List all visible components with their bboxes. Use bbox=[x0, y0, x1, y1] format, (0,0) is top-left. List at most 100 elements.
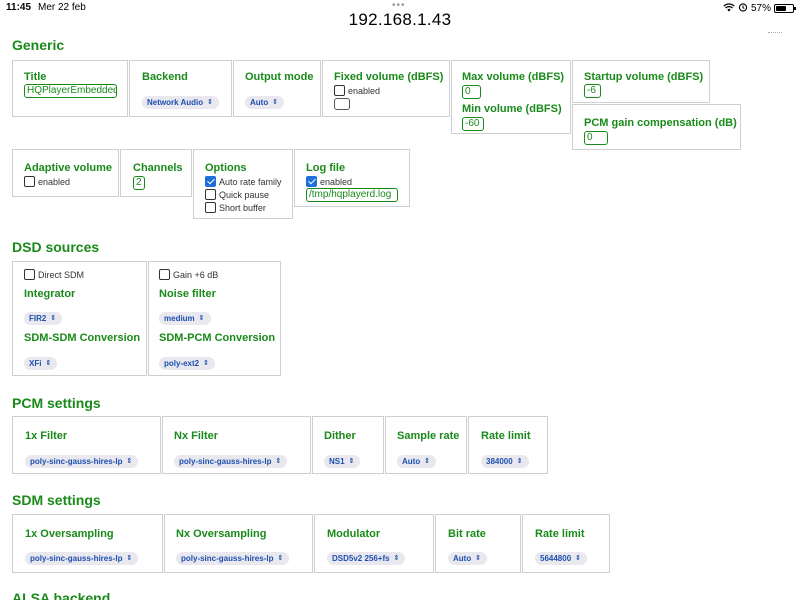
log-file-enabled-checkbox[interactable]: enabled bbox=[306, 176, 352, 187]
sdm-1x-oversampling-select[interactable]: poly-sinc-gauss-hires-lp ⇕ bbox=[25, 552, 139, 565]
adaptive-volume-enabled-checkbox[interactable]: enabled bbox=[24, 176, 70, 187]
short-buffer-checkbox[interactable]: Short buffer bbox=[205, 202, 266, 213]
sdm-nx-oversampling-box: Nx Oversampling poly-sinc-gauss-hires-lp… bbox=[164, 514, 313, 573]
pcm-rate-limit-select[interactable]: 384000 ⇕ bbox=[481, 455, 529, 468]
battery-icon bbox=[774, 4, 796, 13]
pcm-1x-filter-select-value: poly-sinc-gauss-hires-lp bbox=[30, 457, 123, 466]
checkbox-icon bbox=[24, 176, 35, 187]
min-volume-label: Min volume (dBFS) bbox=[462, 103, 562, 115]
min-volume-input[interactable]: -60 bbox=[462, 117, 484, 131]
sdm-sdm-conversion-label: SDM-SDM Conversion bbox=[24, 332, 141, 344]
bit-rate-box: Bit rate Auto ⇕ bbox=[435, 514, 521, 573]
sdm-nx-oversampling-select[interactable]: poly-sinc-gauss-hires-lp ⇕ bbox=[176, 552, 290, 565]
auto-rate-family-label: Auto rate family bbox=[219, 176, 282, 187]
modulator-select[interactable]: DSD5v2 256+fs ⇕ bbox=[327, 552, 406, 565]
section-title-generic: Generic bbox=[12, 37, 65, 53]
title-input[interactable]: HQPlayerEmbedded bbox=[24, 84, 117, 98]
startup-volume-input[interactable]: -6 bbox=[584, 84, 601, 98]
noise-filter-label: Noise filter bbox=[159, 288, 216, 300]
channels-label: Channels bbox=[133, 162, 183, 174]
chevron-updown-icon: ⇕ bbox=[516, 458, 523, 465]
pcm-nx-filter-label: Nx Filter bbox=[174, 430, 219, 442]
sample-rate-label: Sample rate bbox=[397, 430, 460, 442]
chevron-updown-icon: ⇕ bbox=[424, 458, 431, 465]
sample-rate-box: Sample rate Auto ⇕ bbox=[385, 416, 467, 474]
section-title-alsa-backend: ALSA backend bbox=[12, 590, 111, 600]
log-file-input[interactable]: /tmp/hqplayerd.log bbox=[306, 188, 398, 202]
channels-input[interactable]: 2 bbox=[133, 176, 145, 190]
pcm-gain-box: PCM gain compensation (dB) 0 bbox=[572, 104, 741, 150]
noise-filter-select[interactable]: medium ⇕ bbox=[159, 312, 211, 325]
backend-select[interactable]: Network Audio ⇕ bbox=[142, 96, 220, 109]
sdm-rate-limit-label: Rate limit bbox=[535, 528, 585, 540]
bit-rate-select[interactable]: Auto ⇕ bbox=[448, 552, 488, 565]
pcm-rate-limit-box: Rate limit 384000 ⇕ bbox=[468, 416, 548, 474]
sdm-pcm-conversion-select[interactable]: poly-ext2 ⇕ bbox=[159, 357, 215, 370]
chevron-updown-icon: ⇕ bbox=[126, 458, 133, 465]
output-mode-label: Output mode bbox=[245, 71, 314, 83]
log-file-enabled-label: enabled bbox=[320, 176, 353, 187]
scroll-indicator bbox=[768, 32, 782, 34]
output-mode-select-value: Auto bbox=[250, 98, 269, 107]
sdm-nx-oversampling-label: Nx Oversampling bbox=[176, 528, 267, 540]
status-bar: 11:45 Mer 22 feb ••• 192.168.1.43 57% bbox=[0, 0, 800, 36]
startup-volume-label: Startup volume (dBFS) bbox=[584, 71, 704, 83]
dither-box: Dither NS1 ⇕ bbox=[312, 416, 384, 474]
max-volume-input[interactable]: 0 bbox=[462, 85, 481, 99]
integrator-label: Integrator bbox=[24, 288, 76, 300]
quick-pause-checkbox[interactable]: Quick pause bbox=[205, 189, 269, 200]
direct-sdm-checkbox[interactable]: Direct SDM bbox=[24, 269, 84, 280]
checkbox-icon bbox=[24, 269, 35, 280]
gain-6db-checkbox[interactable]: Gain +6 dB bbox=[159, 269, 218, 280]
startup-volume-box: Startup volume (dBFS) -6 bbox=[572, 60, 710, 103]
fixed-volume-input[interactable] bbox=[334, 98, 350, 110]
checkbox-icon bbox=[205, 202, 216, 213]
bit-rate-select-value: Auto bbox=[453, 554, 472, 563]
pcm-gain-input[interactable]: 0 bbox=[584, 131, 608, 145]
checkbox-icon bbox=[205, 189, 216, 200]
fixed-volume-label: Fixed volume (dBFS) bbox=[334, 71, 444, 83]
address-bar[interactable]: 192.168.1.43 bbox=[0, 10, 800, 30]
pcm-nx-filter-box: Nx Filter poly-sinc-gauss-hires-lp ⇕ bbox=[162, 416, 311, 474]
sdm-rate-limit-select[interactable]: 5644800 ⇕ bbox=[535, 552, 588, 565]
dither-select-value: NS1 bbox=[329, 457, 345, 466]
backend-select-value: Network Audio bbox=[147, 98, 204, 107]
dither-select[interactable]: NS1 ⇕ bbox=[324, 455, 361, 468]
chevron-updown-icon: ⇕ bbox=[575, 555, 582, 562]
sdm-1x-oversampling-label: 1x Oversampling bbox=[25, 528, 114, 540]
dsd-right-box: Gain +6 dB Noise filter medium ⇕ SDM-PCM … bbox=[148, 261, 281, 376]
sdm-sdm-conversion-select[interactable]: XFi ⇕ bbox=[24, 357, 58, 370]
fixed-volume-box: Fixed volume (dBFS) enabled bbox=[322, 60, 450, 117]
dither-label: Dither bbox=[324, 430, 356, 442]
chevron-updown-icon: ⇕ bbox=[126, 555, 133, 562]
pcm-1x-filter-box: 1x Filter poly-sinc-gauss-hires-lp ⇕ bbox=[12, 416, 161, 474]
chevron-updown-icon: ⇕ bbox=[207, 99, 214, 106]
chevron-updown-icon: ⇕ bbox=[50, 315, 57, 322]
short-buffer-label: Short buffer bbox=[219, 202, 266, 213]
pcm-nx-filter-select[interactable]: poly-sinc-gauss-hires-lp ⇕ bbox=[174, 455, 288, 468]
wifi-icon bbox=[723, 2, 735, 15]
sdm-rate-limit-box: Rate limit 5644800 ⇕ bbox=[522, 514, 610, 573]
status-indicators: 57% bbox=[723, 2, 796, 15]
max-min-volume-box: Max volume (dBFS) 0 Min volume (dBFS) -6… bbox=[451, 60, 571, 134]
chevron-updown-icon: ⇕ bbox=[45, 360, 52, 367]
output-mode-select[interactable]: Auto ⇕ bbox=[245, 96, 285, 109]
integrator-select-value: FIR2 bbox=[29, 314, 47, 323]
fixed-volume-enabled-checkbox[interactable]: enabled bbox=[334, 85, 380, 96]
chevron-updown-icon: ⇕ bbox=[277, 555, 284, 562]
options-label: Options bbox=[205, 162, 247, 174]
sample-rate-select[interactable]: Auto ⇕ bbox=[397, 455, 437, 468]
adaptive-volume-box: Adaptive volume enabled bbox=[12, 149, 119, 197]
auto-rate-family-checkbox[interactable]: Auto rate family bbox=[205, 176, 282, 187]
alarm-icon bbox=[738, 2, 748, 15]
pcm-rate-limit-label: Rate limit bbox=[481, 430, 531, 442]
section-title-sdm-settings: SDM settings bbox=[12, 492, 101, 508]
pcm-1x-filter-select[interactable]: poly-sinc-gauss-hires-lp ⇕ bbox=[25, 455, 139, 468]
title-box: Title HQPlayerEmbedded bbox=[12, 60, 128, 117]
gain-6db-label: Gain +6 dB bbox=[173, 269, 219, 280]
chevron-updown-icon: ⇕ bbox=[203, 360, 209, 367]
integrator-select[interactable]: FIR2 ⇕ bbox=[24, 312, 63, 325]
chevron-updown-icon: ⇕ bbox=[275, 458, 282, 465]
sdm-rate-limit-select-value: 5644800 bbox=[540, 554, 572, 563]
chevron-updown-icon: ⇕ bbox=[475, 555, 482, 562]
